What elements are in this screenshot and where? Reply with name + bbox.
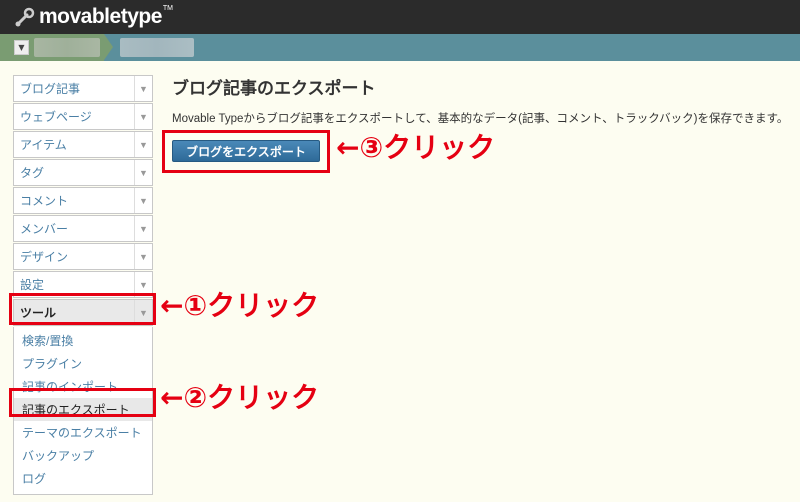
- submenu-item-search-replace[interactable]: 検索/置換: [14, 329, 152, 352]
- chevron-down-icon[interactable]: ▼: [134, 216, 152, 241]
- site-name-blurred[interactable]: [34, 38, 100, 57]
- sidebar-menu: ブログ記事 ▼ ウェブページ ▼ アイテム ▼ タグ ▼ コメント ▼ メンバー…: [13, 75, 153, 495]
- movabletype-logo[interactable]: movabletype TM: [14, 5, 173, 29]
- blog-name-blurred[interactable]: [120, 38, 194, 57]
- sidebar-item-label: ブログ記事: [20, 82, 81, 96]
- submenu-item-log[interactable]: ログ: [14, 467, 152, 490]
- chevron-down-icon[interactable]: ▼: [134, 244, 152, 269]
- sidebar-item-label: タグ: [20, 166, 45, 180]
- sidebar-item-members[interactable]: メンバー ▼: [13, 215, 153, 242]
- sidebar-item-pages[interactable]: ウェブページ ▼: [13, 103, 153, 130]
- chevron-down-icon[interactable]: ▼: [134, 160, 152, 185]
- highlight-export-submenu: [9, 388, 156, 417]
- submenu-item-theme-export[interactable]: テーマのエクスポート: [14, 421, 152, 444]
- highlight-export-button: [162, 130, 330, 173]
- sidebar-item-label: デザイン: [20, 250, 69, 264]
- sidebar-item-label: 設定: [20, 278, 45, 292]
- chevron-down-icon[interactable]: ▼: [134, 76, 152, 101]
- submenu-item-plugins[interactable]: プラグイン: [14, 352, 152, 375]
- sidebar-item-design[interactable]: デザイン ▼: [13, 243, 153, 270]
- chevron-down-icon[interactable]: ▼: [134, 132, 152, 157]
- blog-selector-bar: ▼: [0, 34, 800, 61]
- app-header: movabletype TM: [0, 0, 800, 34]
- breadcrumb-separator: [104, 34, 113, 60]
- site-dropdown-button[interactable]: ▼: [14, 40, 29, 55]
- annotation-step-3: ←③クリック: [336, 131, 496, 164]
- sidebar-item-label: アイテム: [20, 138, 67, 152]
- chevron-down-icon[interactable]: ▼: [134, 104, 152, 129]
- chevron-down-icon[interactable]: ▼: [134, 188, 152, 213]
- movabletype-logo-icon: [15, 7, 35, 27]
- logo-tm: TM: [162, 4, 173, 12]
- sidebar-item-comments[interactable]: コメント ▼: [13, 187, 153, 214]
- chevron-down-icon: ▼: [18, 43, 25, 52]
- page-title: ブログ記事のエクスポート: [172, 79, 376, 98]
- annotation-step-2: ←②クリック: [160, 381, 320, 414]
- sidebar-item-tags[interactable]: タグ ▼: [13, 159, 153, 186]
- sidebar-item-assets[interactable]: アイテム ▼: [13, 131, 153, 158]
- sidebar-item-label: メンバー: [20, 222, 69, 236]
- sidebar-item-label: ウェブページ: [20, 110, 92, 124]
- highlight-tools: [9, 293, 156, 325]
- submenu-item-backup[interactable]: バックアップ: [14, 444, 152, 467]
- logo-text: movabletype: [39, 5, 162, 28]
- page-description: Movable Typeからブログ記事をエクスポートして、基本的なデータ(記事、…: [172, 113, 789, 125]
- annotation-step-1: ←①クリック: [160, 289, 320, 322]
- sidebar-item-entries[interactable]: ブログ記事 ▼: [13, 75, 153, 102]
- sidebar-item-label: コメント: [20, 194, 69, 208]
